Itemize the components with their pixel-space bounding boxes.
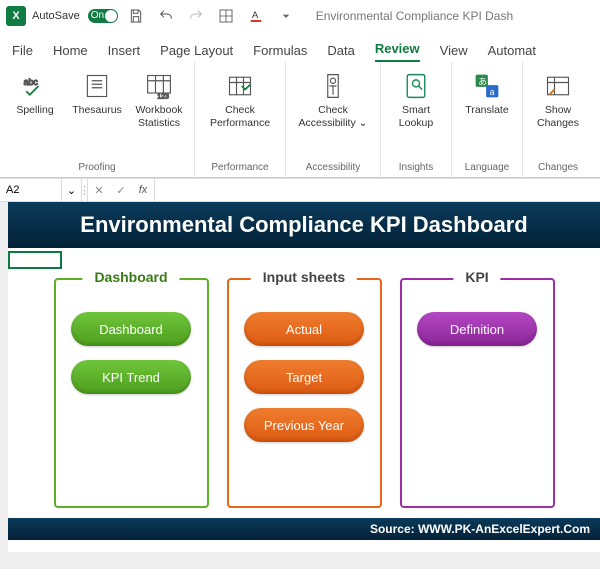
fx-icon[interactable]: fx [132,179,154,201]
group-label-performance: Performance [211,160,268,175]
name-box[interactable]: A2 [0,179,62,201]
ribbon-tabs: File Home Insert Page Layout Formulas Da… [0,32,600,62]
actual-button[interactable]: Actual [244,312,364,346]
undo-icon[interactable] [154,4,178,28]
card-kpi: KPI Definition [400,278,555,508]
tab-file[interactable]: File [12,43,33,62]
group-label-accessibility: Accessibility [306,160,360,175]
source-footer: Source: WWW.PK-AnExcelExpert.Com [8,518,600,540]
selected-cell[interactable] [8,251,62,269]
ribbon-group-language: あa Translate Language [452,62,523,177]
font-color-icon[interactable]: A [244,4,268,28]
worksheet[interactable]: Environmental Compliance KPI Dashboard D… [0,202,600,569]
group-label-changes: Changes [538,160,578,175]
svg-text:a: a [490,87,495,97]
kpi-trend-button[interactable]: KPI Trend [71,360,191,394]
save-icon[interactable] [124,4,148,28]
tab-insert[interactable]: Insert [108,43,141,62]
excel-logo-icon: X [6,6,26,26]
group-label-language: Language [465,160,510,175]
card-title-dashboard: Dashboard [82,269,179,285]
svg-text:abc: abc [24,77,39,87]
tab-formulas[interactable]: Formulas [253,43,307,62]
tab-home[interactable]: Home [53,43,88,62]
title-bar: X AutoSave On A Environmental Compliance… [0,0,600,32]
cancel-formula-icon[interactable]: ✕ [88,179,110,201]
ribbon-group-proofing: abc Spelling Thesaurus 123 Workbook Stat… [0,62,195,177]
translate-button[interactable]: あa Translate [458,66,516,117]
tab-review[interactable]: Review [375,41,420,62]
qat-overflow-icon[interactable] [274,4,298,28]
dashboard-title: Environmental Compliance KPI Dashboard [8,202,600,248]
dashboard-area: Environmental Compliance KPI Dashboard D… [8,202,600,552]
card-input-sheets: Input sheets Actual Target Previous Year [227,278,382,508]
group-label-insights: Insights [399,160,433,175]
stats-icon: 123 [143,70,175,102]
card-title-input: Input sheets [251,269,357,285]
smart-lookup-icon [400,70,432,102]
spelling-button[interactable]: abc Spelling [6,66,64,117]
show-changes-button[interactable]: Show Changes [529,66,587,129]
ribbon-group-insights: Smart Lookup Insights [381,62,452,177]
card-dashboard: Dashboard Dashboard KPI Trend [54,278,209,508]
ribbon: abc Spelling Thesaurus 123 Workbook Stat… [0,62,600,178]
ribbon-group-accessibility: Check Accessibility ⌄ Accessibility [286,62,381,177]
previous-year-button[interactable]: Previous Year [244,408,364,442]
svg-text:あ: あ [478,76,487,86]
tab-data[interactable]: Data [327,43,354,62]
chevron-down-icon: ⌄ [359,117,368,129]
thesaurus-icon [81,70,113,102]
ribbon-group-changes: Show Changes Changes [523,62,593,177]
thesaurus-button[interactable]: Thesaurus [68,66,126,117]
svg-text:123: 123 [157,93,169,100]
group-label-proofing: Proofing [78,160,115,175]
translate-icon: あa [471,70,503,102]
tab-automate[interactable]: Automat [488,43,536,62]
redo-icon[interactable] [184,4,208,28]
smart-lookup-button[interactable]: Smart Lookup [387,66,445,129]
card-title-kpi: KPI [453,269,500,285]
definition-button[interactable]: Definition [417,312,537,346]
check-performance-button[interactable]: Check Performance [201,66,279,129]
ribbon-group-performance: Check Performance Performance [195,62,286,177]
borders-icon[interactable] [214,4,238,28]
workbook-statistics-button[interactable]: 123 Workbook Statistics [130,66,188,129]
tab-view[interactable]: View [440,43,468,62]
enter-formula-icon[interactable]: ✓ [110,179,132,201]
autosave-toggle[interactable]: On [88,9,118,23]
workbook-title: Environmental Compliance KPI Dash [316,9,513,23]
formula-bar: A2 ⌄ ⋮ ✕ ✓ fx [0,178,600,202]
show-changes-icon [542,70,574,102]
formula-input[interactable] [154,179,600,201]
spelling-icon: abc [19,70,51,102]
accessibility-icon [317,70,349,102]
svg-text:A: A [252,10,259,20]
dashboard-button[interactable]: Dashboard [71,312,191,346]
autosave-label: AutoSave [32,10,80,22]
check-accessibility-button[interactable]: Check Accessibility ⌄ [292,66,374,129]
target-button[interactable]: Target [244,360,364,394]
performance-icon [224,70,256,102]
tab-page-layout[interactable]: Page Layout [160,43,233,62]
